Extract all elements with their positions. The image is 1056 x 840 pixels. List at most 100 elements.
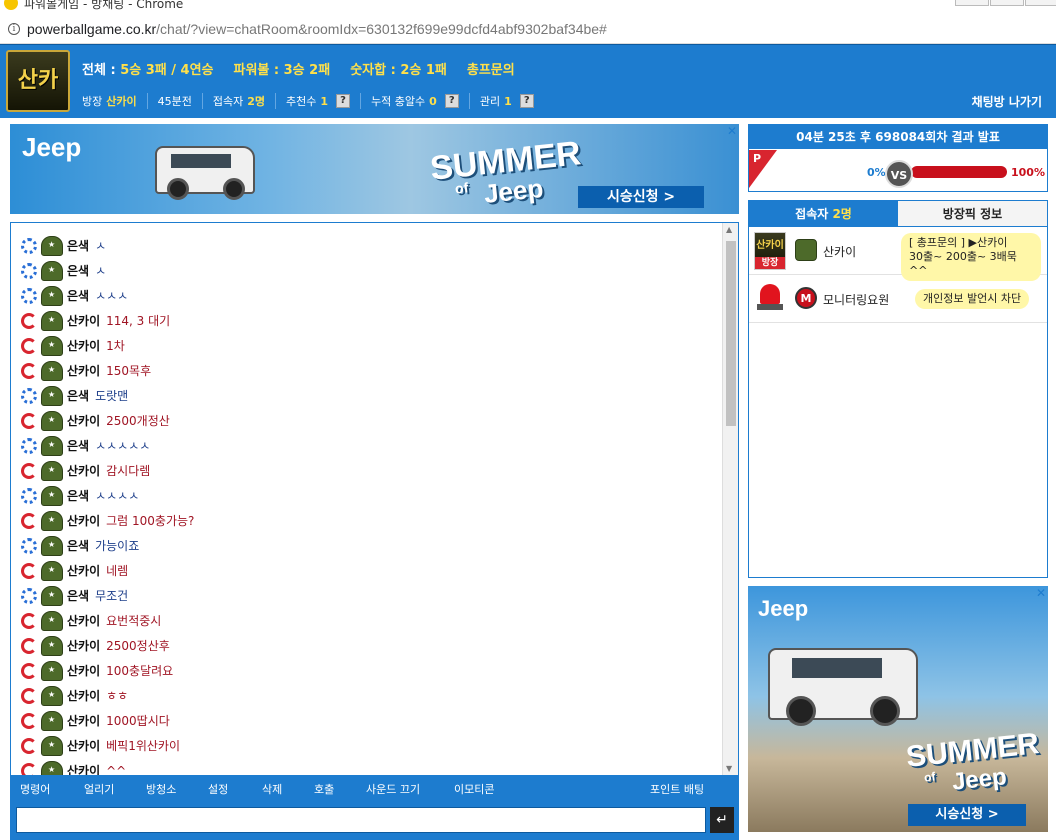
message-author[interactable]: 산카이 — [67, 337, 100, 354]
user-row-host[interactable]: 산카이 방장 산카이 [ 총프문의 ] ▶산카이 30출~ 200출~ 3배묵 ^… — [749, 227, 1047, 281]
users-panel: 접속자 2명 방장픽 정보 산카이 방장 산카이 [ 총프문의 ] ▶산카이 30… — [748, 200, 1048, 578]
test-drive-button[interactable]: 시승신청 > — [908, 804, 1026, 826]
red-level-icon — [21, 712, 37, 729]
scroll-down-icon[interactable]: ▼ — [726, 764, 732, 773]
tab-users[interactable]: 접속자 2명 — [749, 201, 898, 227]
tool-call[interactable]: 호출 — [314, 781, 334, 797]
message-author[interactable]: 산카이 — [67, 362, 100, 379]
vs-badge: VS — [885, 160, 913, 188]
message-text: 2500정산후 — [106, 639, 170, 653]
message-author[interactable]: 산카이 — [67, 687, 100, 704]
message-author[interactable]: 산카이 — [67, 637, 100, 654]
close-window-button[interactable] — [1025, 0, 1056, 6]
message-text: 가능이죠 — [95, 539, 140, 553]
minimize-button[interactable] — [955, 0, 989, 6]
cumulative-value: 0 — [429, 94, 437, 108]
top-banner-ad[interactable]: Jeep SUMMER of Jeep 시승신청 > ✕ — [10, 124, 739, 214]
address-bar[interactable]: i powerballgame.co.kr/chat/?view=chatRoo… — [0, 14, 1056, 44]
url-path: /chat/?view=chatRoom&roomIdx=630132f699e… — [156, 21, 607, 37]
user-name[interactable]: 산카이 — [823, 243, 856, 260]
chat-message: 산카이 그럼 100충가능? — [21, 508, 721, 533]
message-author[interactable]: 산카이 — [67, 712, 100, 729]
message-author[interactable]: 산카이 — [67, 737, 100, 754]
info-icon[interactable]: i — [8, 23, 20, 35]
message-author[interactable]: 은색 — [67, 262, 89, 279]
message-author[interactable]: 은색 — [67, 487, 89, 504]
message-text: 무조건 — [95, 589, 129, 603]
message-author[interactable]: 산카이 — [67, 312, 100, 329]
tool-delete[interactable]: 삭제 — [262, 781, 282, 797]
stat-powerball: 파워볼 : 3승 2패 — [234, 59, 331, 79]
chat-message: 은색 ㅅㅅㅅㅅㅅ — [21, 433, 721, 458]
message-author[interactable]: 산카이 — [67, 662, 100, 679]
blue-level-icon — [21, 587, 37, 604]
chat-log[interactable]: 은색ㅅ은색ㅅ은색ㅅㅅㅅ산카이114, 3 대기산카이1차산카이150목후은색도랏… — [10, 222, 739, 776]
test-drive-button[interactable]: 시승신청 > — [578, 186, 704, 208]
message-text: ㅅㅅㅅ — [95, 289, 129, 303]
summer-of-text: of — [454, 179, 470, 197]
chat-message: 은색 ㅅㅅㅅㅅ — [21, 483, 721, 508]
stat-powerball-label: 파워볼 : — [233, 63, 280, 78]
red-level-icon — [21, 312, 37, 329]
message-text: 베픽1위산카이 — [106, 739, 181, 753]
side-banner-ad[interactable]: Jeep SUMMER of Jeep 시승신청 > ✕ — [748, 586, 1048, 832]
monitor-status-bubble: 개인정보 발언시 차단 — [915, 289, 1030, 309]
result-panel: 04분 25초 후 698084회차 결과 발표 P 0% VS 100% — [748, 124, 1048, 192]
message-author[interactable]: 은색 — [67, 237, 89, 254]
url-text[interactable]: powerballgame.co.kr/chat/?view=chatRoom&… — [27, 21, 607, 37]
message-author[interactable]: 산카이 — [67, 412, 100, 429]
tool-freeze[interactable]: 얼리기 — [84, 781, 114, 797]
blue-level-icon — [21, 287, 37, 304]
inquiry-link[interactable]: 총프문의 — [467, 59, 515, 79]
message-author[interactable]: 산카이 — [67, 762, 100, 775]
tool-settings[interactable]: 설정 — [208, 781, 228, 797]
tool-commands[interactable]: 명령어 — [20, 781, 50, 797]
message-author[interactable]: 은색 — [67, 387, 89, 404]
recommend-value: 1 — [320, 94, 329, 108]
chat-message: 산카이 1차 — [21, 333, 721, 358]
message-author[interactable]: 은색 — [67, 537, 89, 554]
point-bet-button[interactable]: 포인트 배팅 — [650, 781, 704, 797]
recommend-label: 추천수 — [286, 95, 317, 108]
chat-message: 산카이 ㅎㅎ — [21, 683, 721, 708]
host-badge: 방장 — [755, 257, 785, 269]
message-text: 2500개정산 — [106, 414, 170, 428]
message-text: 감시다렘 — [106, 464, 151, 478]
soldier-avatar-icon — [41, 360, 63, 381]
chat-message: 은색 ㅅ — [21, 258, 721, 283]
message-author[interactable]: 은색 — [67, 587, 89, 604]
message-author[interactable]: 은색 — [67, 287, 89, 304]
chat-scrollbar[interactable]: ▲ ▼ — [722, 223, 738, 775]
tool-sound-off[interactable]: 사운드 끄기 — [366, 781, 420, 797]
stat-sum-label: 숫자합 : — [350, 63, 396, 78]
scroll-up-icon[interactable]: ▲ — [726, 225, 732, 234]
siren-icon — [754, 280, 786, 314]
message-author[interactable]: 산카이 — [67, 512, 100, 529]
ad-close-icon[interactable]: ✕ — [1036, 586, 1046, 600]
recommend-help-icon[interactable]: ? — [336, 94, 351, 108]
right-percent: 100% — [1011, 166, 1045, 179]
send-button[interactable]: ↵ — [710, 807, 734, 833]
host-logo: 산카이 — [6, 50, 70, 151]
tool-emoticon[interactable]: 이모티콘 — [454, 781, 494, 797]
message-author[interactable]: 산카이 — [67, 462, 100, 479]
message-author[interactable]: 산카이 — [67, 612, 100, 629]
chat-input[interactable] — [16, 807, 706, 833]
user-row-monitor[interactable]: M 모니터링요원 개인정보 발언시 차단 — [749, 275, 1047, 323]
message-author[interactable]: 산카이 — [67, 562, 100, 579]
recommend-info: 추천수 1? — [275, 93, 360, 109]
cumulative-help-icon[interactable]: ? — [444, 94, 459, 108]
scroll-thumb[interactable] — [726, 241, 736, 426]
exit-room-button[interactable]: 채팅방 나가기 — [972, 93, 1042, 110]
maximize-button[interactable] — [990, 0, 1024, 6]
manage-help-icon[interactable]: ? — [519, 94, 534, 108]
message-author[interactable]: 은색 — [67, 437, 89, 454]
ad-close-icon[interactable]: ✕ — [727, 124, 737, 138]
message-text: 114, 3 대기 — [106, 314, 171, 328]
site-favicon-icon — [4, 0, 18, 10]
tool-clean[interactable]: 방청소 — [146, 781, 176, 797]
user-name[interactable]: 모니터링요원 — [823, 291, 889, 308]
message-text: ㅅ — [95, 264, 107, 278]
tab-host-pick[interactable]: 방장픽 정보 — [898, 201, 1047, 227]
chat-message: 산카이 2500개정산 — [21, 408, 721, 433]
